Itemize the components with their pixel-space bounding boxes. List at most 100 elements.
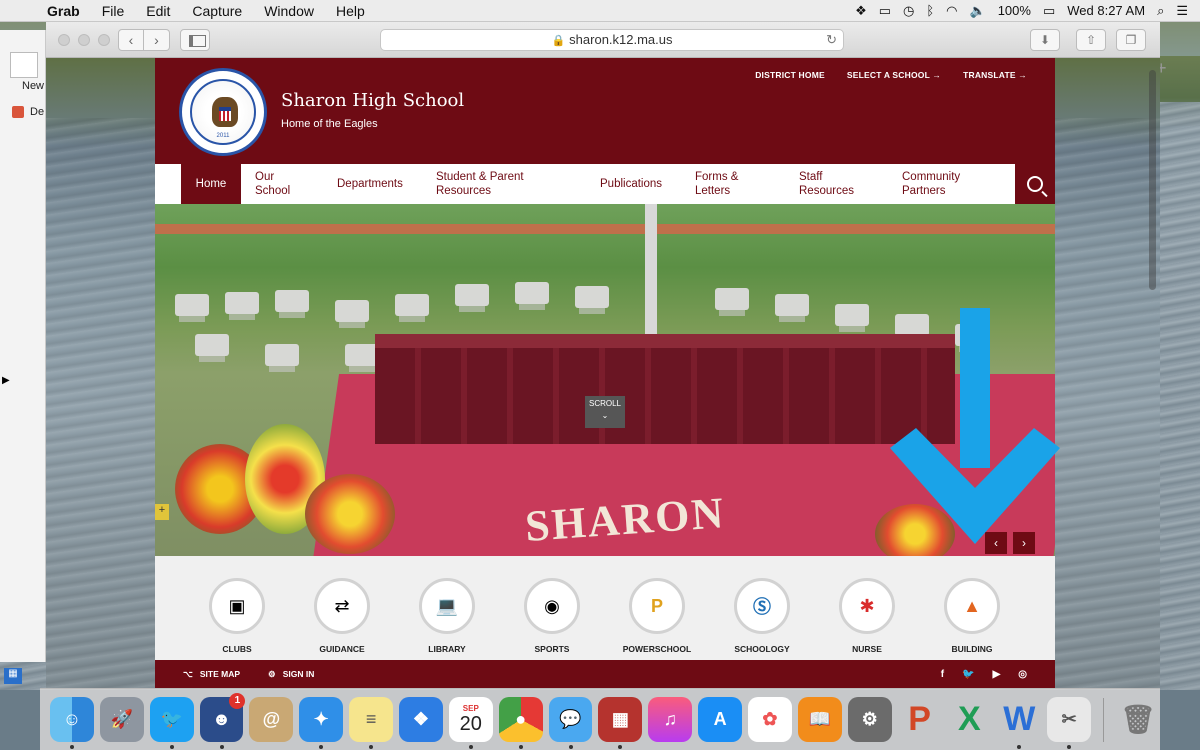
select-school-link[interactable]: SELECT A SCHOOL → (847, 70, 941, 80)
footer-links: ⌥ SITE MAP ⚙ SIGN IN (155, 669, 314, 680)
nav-student-parent-resources[interactable]: Student & Parent Resources (436, 170, 524, 198)
downloads-button[interactable]: ⬇ (1030, 29, 1060, 51)
expand-tab-icon[interactable]: + (155, 504, 169, 520)
dock-chrome-icon[interactable]: ● (498, 697, 543, 749)
dock-people-app-icon[interactable]: ☻ 1 (199, 693, 246, 749)
document-icon[interactable] (10, 52, 38, 78)
quicklink-guidance[interactable]: ⇄ GUIDANCE (297, 578, 387, 654)
menu-file[interactable]: File (91, 3, 136, 19)
clock[interactable]: Wed 8:27 AM (1067, 3, 1145, 18)
menu-window[interactable]: Window (253, 3, 325, 19)
window-controls (58, 34, 110, 46)
nav-publications[interactable]: Publications (600, 177, 662, 191)
running-indicator (1017, 745, 1022, 749)
dock-ibooks-icon[interactable]: 📖 (797, 697, 842, 742)
site-map-link[interactable]: ⌥ SITE MAP (183, 669, 240, 680)
clubs-icon: ▣ (209, 578, 265, 634)
bluetooth-icon[interactable]: ᛒ (926, 3, 934, 18)
quicklink-powerschool[interactable]: P POWERSCHOOL (612, 578, 702, 654)
dropbox-icon[interactable]: ❖ (855, 3, 867, 19)
menu-app[interactable]: Grab (36, 3, 91, 19)
dock-system-preferences-icon[interactable]: ⚙ (847, 697, 892, 742)
quicklink-schoology[interactable]: Ⓢ SCHOOLOGY (717, 578, 807, 654)
sidebar-toggle-button[interactable] (180, 29, 210, 51)
sign-in-link[interactable]: ⚙ SIGN IN (268, 669, 314, 680)
quicklink-sports[interactable]: ◉ SPORTS (507, 578, 597, 654)
dock-powerpoint-icon[interactable]: P (898, 697, 942, 742)
hero-chair (265, 344, 299, 366)
close-window-button[interactable] (58, 34, 70, 46)
quicklink-building[interactable]: ▲ BUILDING (927, 578, 1017, 654)
new-label[interactable]: New (22, 80, 44, 92)
disclosure-triangle-icon[interactable]: ▶ (2, 375, 10, 386)
school-seal-logo[interactable]: 2011 (179, 68, 267, 156)
instagram-icon[interactable]: ◎ (1018, 669, 1027, 680)
volume-icon[interactable]: 🔈 (970, 3, 986, 19)
nav-staff-resources[interactable]: Staff Resources (799, 170, 854, 198)
menu-capture[interactable]: Capture (181, 3, 253, 19)
hero-chair (345, 344, 379, 366)
dock-messages-icon[interactable]: 💬 (548, 697, 593, 749)
dock-twitter-icon[interactable]: 🐦 (149, 697, 194, 749)
quicklink-nurse[interactable]: ✱ NURSE (822, 578, 912, 654)
timemachine-icon[interactable]: ◷ (903, 3, 914, 19)
dock-finder-icon[interactable]: ☺ (50, 697, 94, 749)
translate-link[interactable]: TRANSLATE → (963, 70, 1027, 80)
dock-calendar-icon[interactable]: SEP 20 (448, 697, 493, 749)
nav-home[interactable]: Home (181, 164, 241, 204)
nav-community-partners[interactable]: Community Partners (902, 170, 960, 198)
dock-word-icon[interactable]: W (997, 697, 1041, 749)
quicklink-clubs[interactable]: ▣ CLUBS (192, 578, 282, 654)
dock-safari-icon[interactable]: ✦ (299, 697, 344, 749)
airplay-icon[interactable]: ▭ (879, 3, 891, 19)
dock-appstore-icon[interactable]: A (698, 697, 743, 742)
dock-launchpad-icon[interactable]: 🚀 (99, 697, 144, 742)
dock-trash-icon[interactable]: 🗑 (1116, 697, 1160, 742)
hero-chair (715, 288, 749, 310)
menu-edit[interactable]: Edit (135, 3, 181, 19)
quicklink-library[interactable]: 💻 LIBRARY (402, 578, 492, 654)
hero-chair (335, 300, 369, 322)
school-name[interactable]: Sharon High School (281, 90, 464, 111)
nav-departments[interactable]: Departments (337, 177, 403, 191)
twitter-icon[interactable]: 🐦 (962, 669, 974, 680)
nav-forms-letters[interactable]: Forms & Letters (695, 170, 738, 198)
dock-contacts-icon[interactable]: @ (249, 697, 294, 742)
tabs-overview-button[interactable]: ❐ (1116, 29, 1146, 51)
spotlight-icon[interactable]: ⌕ (1157, 3, 1164, 19)
history-buttons: ‹ › (118, 29, 170, 51)
quicklink-label: LIBRARY (428, 644, 466, 654)
district-home-link[interactable]: DISTRICT HOME (755, 70, 825, 80)
address-bar[interactable]: 🔒 sharon.k12.ma.us ↻ (380, 29, 844, 51)
back-button[interactable]: ‹ (118, 29, 144, 51)
battery-percent[interactable]: 100% (998, 3, 1031, 18)
de-label[interactable]: De (30, 106, 44, 118)
notification-center-icon[interactable]: ☰ (1176, 3, 1188, 19)
youtube-icon[interactable]: ▶ (993, 669, 1001, 680)
menu-help[interactable]: Help (325, 3, 376, 19)
site-search-button[interactable] (1015, 164, 1055, 204)
wifi-icon[interactable]: ◠ (946, 3, 957, 19)
share-button[interactable]: ⇧ (1076, 29, 1106, 51)
dock-dropbox-icon[interactable]: ❖ (399, 697, 443, 742)
forward-button[interactable]: › (144, 29, 170, 51)
site-header: 2011 Sharon High School Home of the Eagl… (155, 58, 1055, 164)
main-nav: Home Our School Departments Student & Pa… (155, 164, 1055, 204)
scroll-down-button[interactable]: SCROLL ⌄ (585, 396, 625, 428)
facebook-icon[interactable]: f (941, 669, 944, 680)
reload-icon[interactable]: ↻ (826, 30, 837, 50)
hero-track (155, 224, 1055, 234)
dock-photos-icon[interactable]: ✿ (748, 697, 792, 742)
dock-notes-icon[interactable]: ≡ (349, 697, 394, 749)
zoom-window-button[interactable] (98, 34, 110, 46)
dock-itunes-icon[interactable]: ♫ (648, 697, 693, 742)
site-map-label: SITE MAP (199, 668, 241, 679)
page-scrollbar[interactable] (1149, 70, 1156, 290)
dock-excel-icon[interactable]: X (947, 697, 991, 742)
dock-grab-icon[interactable]: ✂ (1047, 697, 1092, 749)
battery-icon[interactable]: ▭ (1043, 3, 1055, 19)
dock-photobooth-icon[interactable]: ▦ (598, 697, 643, 749)
calendar-day: 20 (459, 713, 482, 735)
minimize-window-button[interactable] (78, 34, 90, 46)
nav-our-school[interactable]: Our School (255, 170, 290, 198)
